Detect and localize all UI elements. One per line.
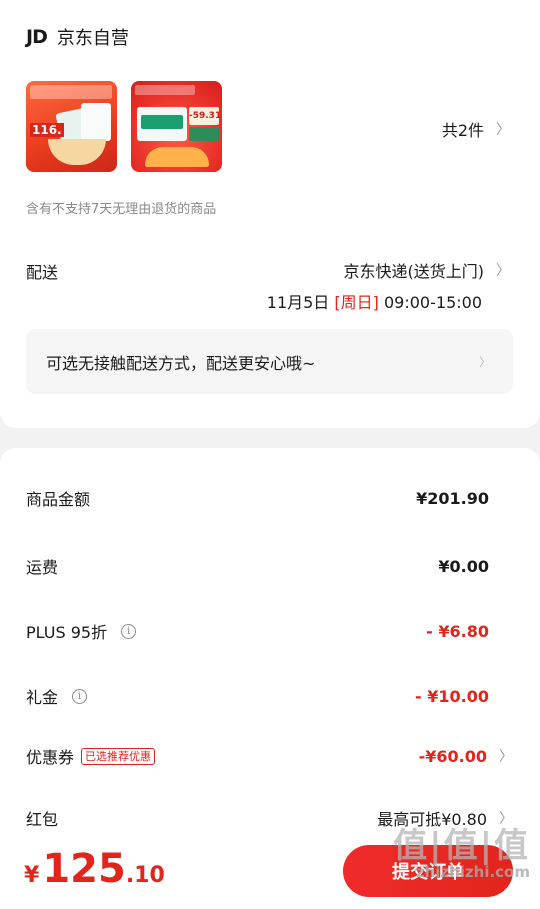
gift-money-value: - ¥10.00 — [415, 686, 489, 706]
plus-discount-row: PLUS 95折 i - ¥6.80 — [26, 619, 513, 643]
store-name: 京东自营 — [56, 28, 129, 49]
delivery-time[interactable]: 11月5日 [周日] 09:00-15:00 — [267, 289, 482, 313]
store-header: JD 京东自营 — [26, 24, 129, 50]
order-items-card: JD 京东自营 116. -59.31 共2件 〉 含有不支持7天无理由退货的商… — [0, 0, 540, 428]
chevron-right-icon: 〉 — [496, 263, 510, 279]
thumbnail-banner — [30, 85, 112, 99]
chevron-right-icon: 〉 — [478, 355, 491, 369]
thumbnail-label — [189, 127, 219, 141]
thumbnail-banner — [135, 85, 195, 95]
total-decimal: .10 — [125, 863, 165, 888]
delivery-method-selector[interactable]: 京东快递(送货上门) 〉 — [344, 258, 511, 282]
coupon-label: 优惠券 — [26, 748, 75, 767]
delivery-method: 京东快递(送货上门) — [343, 262, 485, 281]
shipping-row: 运费 ¥0.00 — [26, 554, 513, 578]
delivery-weekday: [周日] — [334, 293, 379, 312]
info-icon[interactable]: i — [121, 623, 137, 639]
milk-carton-image — [137, 107, 187, 141]
gift-money-row: 礼金 i - ¥10.00 — [26, 684, 513, 708]
watermark: 值|值|值 zhizhizhi.com — [393, 818, 530, 881]
coupon-row[interactable]: 优惠券 已选推荐优惠 -¥60.00 〉 — [26, 744, 513, 768]
goods-amount-label: 商品金额 — [26, 490, 91, 509]
shipping-value: ¥0.00 — [438, 556, 489, 576]
currency-symbol: ¥ — [24, 863, 40, 888]
delivery-label: 配送 — [26, 263, 59, 282]
plus-discount-value: - ¥6.80 — [426, 621, 489, 641]
product-thumbnail-1[interactable]: 116. — [26, 81, 117, 172]
item-count-link[interactable]: 共2件 〉 — [442, 117, 510, 141]
milk-box-image — [81, 103, 111, 141]
return-policy-notice: 含有不支持7天无理由退货的商品 — [26, 202, 217, 217]
thumbnail-price: 116. — [30, 123, 64, 137]
contactless-text: 可选无接触配送方式，配送更安心哦~ — [46, 353, 316, 373]
total-integer: 125 — [42, 846, 126, 892]
shipping-label: 运费 — [26, 558, 59, 577]
thumbnail-price-tag: -59.31 — [189, 107, 221, 125]
chevron-right-icon: 〉 — [496, 122, 510, 138]
coupon-value: -¥60.00 — [418, 746, 487, 766]
order-total: ¥ 125 .10 — [24, 846, 165, 892]
goods-amount-value: ¥201.90 — [416, 488, 489, 508]
red-packet-label: 红包 — [26, 810, 59, 829]
podium-image — [145, 147, 209, 167]
product-thumbnail-2[interactable]: -59.31 — [131, 81, 222, 172]
plus-discount-label: PLUS 95折 — [26, 623, 108, 642]
goods-amount-row: 商品金额 ¥201.90 — [26, 486, 513, 510]
info-icon[interactable]: i — [72, 688, 88, 704]
gift-money-label: 礼金 — [26, 688, 59, 707]
chevron-right-icon: 〉 — [499, 749, 513, 765]
item-count-label: 共2件 — [441, 121, 484, 140]
delivery-date: 11月5日 — [266, 293, 330, 312]
bowl-image — [48, 139, 106, 165]
watermark-logo: 值|值|值 — [393, 826, 530, 866]
coupon-badge: 已选推荐优惠 — [81, 747, 156, 765]
contactless-delivery-option[interactable]: 可选无接触配送方式，配送更安心哦~ 〉 — [26, 329, 513, 394]
delivery-time-window: 09:00-15:00 — [384, 293, 482, 312]
jd-logo: JD — [26, 26, 48, 48]
